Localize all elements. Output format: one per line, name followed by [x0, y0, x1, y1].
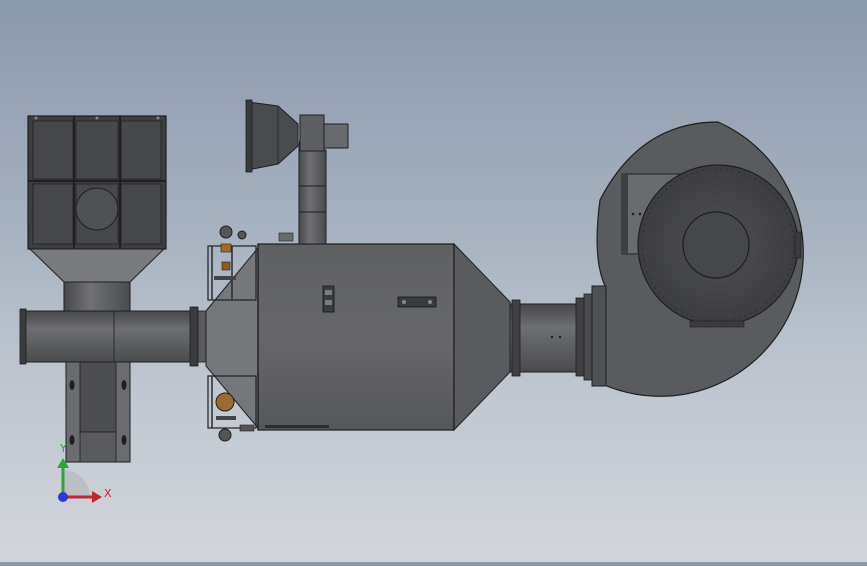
- triad-y-label: Y: [59, 442, 67, 455]
- coordinate-triad[interactable]: [57, 458, 102, 503]
- inlet-duct[interactable]: [19, 306, 209, 367]
- outlet-duct[interactable]: [509, 293, 593, 381]
- triad-x-label: X: [104, 487, 112, 500]
- filter-hopper[interactable]: [27, 115, 167, 313]
- main-vessel[interactable]: [205, 242, 511, 432]
- exhaust-riser[interactable]: [245, 99, 349, 245]
- cad-viewport[interactable]: Y X: [0, 0, 867, 562]
- cad-model-view: Y X: [19, 99, 804, 503]
- centrifugal-fan[interactable]: [591, 121, 804, 397]
- support-leg: [65, 361, 131, 463]
